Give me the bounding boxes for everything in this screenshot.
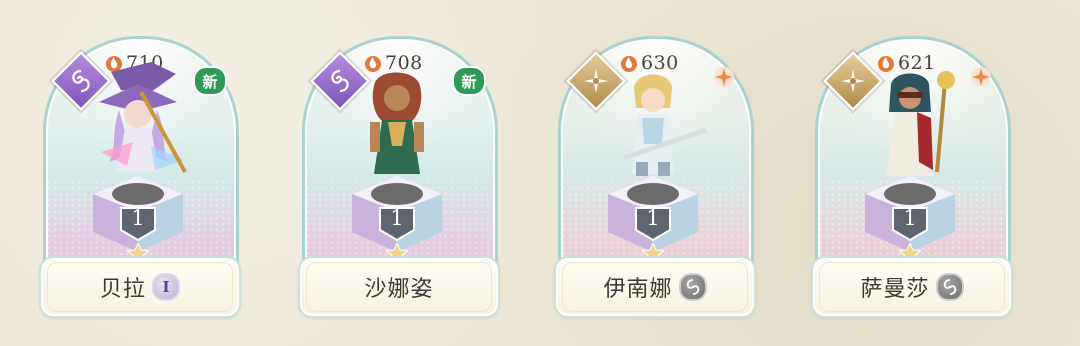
- character-card[interactable]: 621 1 萨曼莎: [805, 0, 1015, 346]
- level-number: 1: [131, 206, 145, 230]
- tier-badge: I: [152, 273, 180, 301]
- character-name: 萨曼莎: [860, 277, 930, 302]
- name-plate: 沙娜姿: [298, 256, 500, 318]
- character-sprite: [370, 72, 424, 174]
- character-card[interactable]: 710 新 1 贝拉 I: [33, 0, 243, 346]
- class-icon: [678, 273, 707, 301]
- level-number: 1: [646, 206, 660, 230]
- character-card[interactable]: 708 新 1 沙娜姿: [292, 0, 502, 346]
- level-number: 1: [390, 206, 404, 230]
- new-badge: 新: [452, 66, 486, 96]
- character-name: 伊南娜: [603, 277, 673, 302]
- character-sprite: [887, 71, 955, 176]
- level-number: 1: [903, 206, 917, 230]
- spark-icon: [714, 67, 734, 87]
- character-sprite: [623, 74, 707, 176]
- new-badge: 新: [193, 66, 227, 96]
- name-plate: 贝拉 I: [39, 256, 241, 318]
- character-name: 沙娜姿: [364, 277, 434, 302]
- name-plate: 萨曼莎: [811, 256, 1013, 318]
- character-name: 贝拉: [99, 277, 146, 302]
- character-sprite: [99, 62, 187, 173]
- character-card[interactable]: 630 1 伊南娜: [548, 0, 758, 346]
- class-icon: [935, 273, 964, 301]
- spark-icon: [971, 67, 991, 87]
- name-plate: 伊南娜: [554, 256, 756, 318]
